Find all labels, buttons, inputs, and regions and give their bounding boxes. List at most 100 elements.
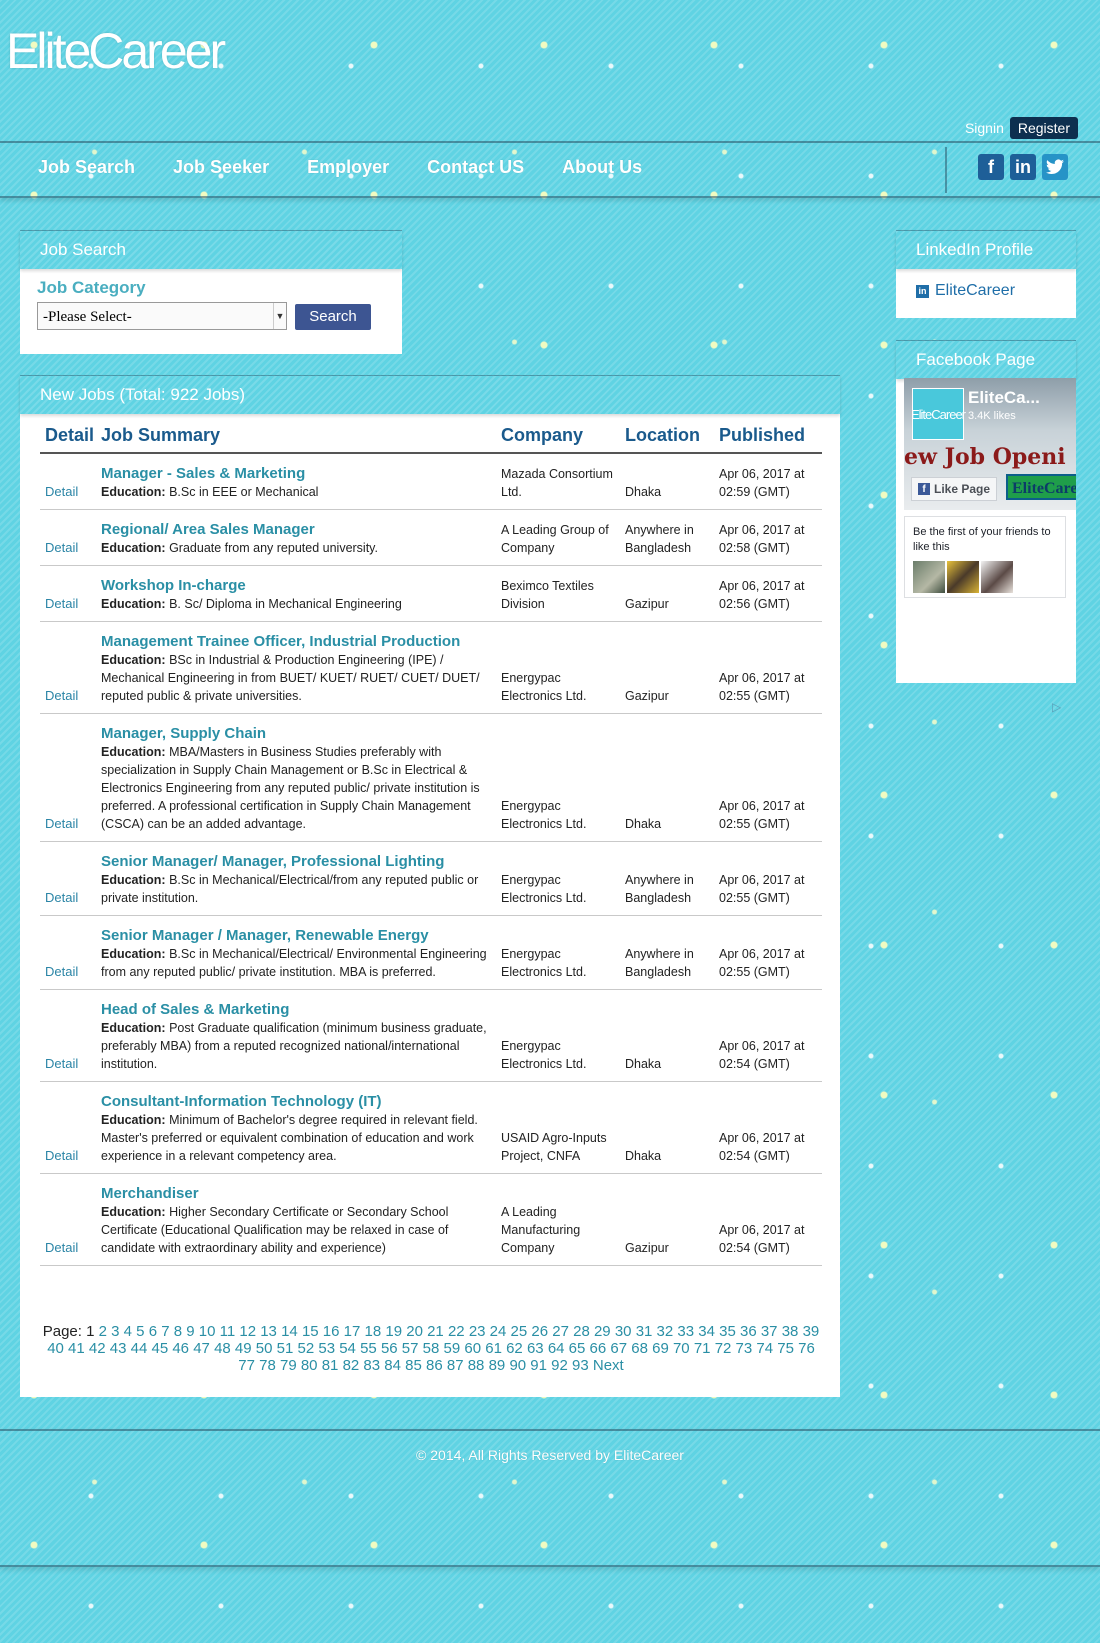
page-link[interactable]: 73 [736, 1340, 753, 1357]
page-link[interactable]: 4 [124, 1323, 132, 1340]
page-link[interactable]: 50 [256, 1340, 273, 1357]
job-title-link[interactable]: Merchandiser [101, 1184, 493, 1203]
page-link[interactable]: 44 [131, 1340, 148, 1357]
page-link[interactable]: 53 [318, 1340, 335, 1357]
page-link[interactable]: 30 [615, 1323, 632, 1340]
page-link[interactable]: 15 [302, 1323, 319, 1340]
page-link[interactable]: 35 [719, 1323, 736, 1340]
page-link[interactable]: 24 [490, 1323, 507, 1340]
signin-link[interactable]: Signin [965, 120, 1004, 136]
page-link[interactable]: 17 [344, 1323, 361, 1340]
facebook-page-card[interactable]: EliteCareer EliteCa... 3.4K likes ew Job… [904, 378, 1076, 510]
page-link[interactable]: 45 [151, 1340, 168, 1357]
page-link[interactable]: 92 [551, 1357, 568, 1374]
page-link[interactable]: 74 [756, 1340, 773, 1357]
linkedin-icon[interactable]: in [1010, 154, 1036, 180]
detail-link[interactable]: Detail [45, 1240, 78, 1255]
page-link[interactable]: 1 [86, 1323, 94, 1340]
page-link[interactable]: 57 [402, 1340, 419, 1357]
detail-link[interactable]: Detail [45, 890, 78, 905]
page-link[interactable]: 37 [761, 1323, 778, 1340]
twitter-icon[interactable] [1042, 154, 1068, 180]
page-link[interactable]: 79 [280, 1357, 297, 1374]
page-link[interactable]: 36 [740, 1323, 757, 1340]
page-link[interactable]: 20 [406, 1323, 423, 1340]
page-link[interactable]: 26 [531, 1323, 548, 1340]
nav-job-search[interactable]: Job Search [38, 157, 135, 178]
job-title-link[interactable]: Management Trainee Officer, Industrial P… [101, 632, 493, 651]
job-title-link[interactable]: Senior Manager / Manager, Renewable Ener… [101, 926, 493, 945]
nav-job-seeker[interactable]: Job Seeker [173, 157, 269, 178]
page-link[interactable]: 84 [384, 1357, 401, 1374]
facebook-like-button[interactable]: f Like Page [911, 477, 997, 501]
register-button[interactable]: Register [1009, 117, 1078, 139]
page-link[interactable]: 58 [423, 1340, 440, 1357]
page-link[interactable]: 93 [572, 1357, 589, 1374]
page-link[interactable]: 51 [277, 1340, 294, 1357]
page-link[interactable]: 23 [469, 1323, 486, 1340]
page-link[interactable]: 38 [782, 1323, 799, 1340]
detail-link[interactable]: Detail [45, 484, 78, 499]
page-link[interactable]: 9 [186, 1323, 194, 1340]
page-link[interactable]: 62 [506, 1340, 523, 1357]
page-link[interactable]: 77 [238, 1357, 255, 1374]
page-link[interactable]: 28 [573, 1323, 590, 1340]
page-link[interactable]: 66 [590, 1340, 607, 1357]
page-link[interactable]: 12 [239, 1323, 256, 1340]
page-link[interactable]: 49 [235, 1340, 252, 1357]
page-link[interactable]: 29 [594, 1323, 611, 1340]
job-title-link[interactable]: Workshop In-charge [101, 576, 493, 595]
page-link[interactable]: 39 [803, 1323, 820, 1340]
page-link[interactable]: 5 [136, 1323, 144, 1340]
detail-link[interactable]: Detail [45, 964, 78, 979]
page-link[interactable]: 80 [301, 1357, 318, 1374]
page-link[interactable]: 87 [447, 1357, 464, 1374]
page-link[interactable]: 31 [636, 1323, 653, 1340]
avatar[interactable] [981, 561, 1013, 593]
page-link[interactable]: 18 [365, 1323, 382, 1340]
page-link[interactable]: 89 [489, 1357, 506, 1374]
page-link[interactable]: 69 [652, 1340, 669, 1357]
avatar[interactable] [913, 561, 945, 593]
page-link[interactable]: 82 [343, 1357, 360, 1374]
page-link[interactable]: 10 [199, 1323, 216, 1340]
page-link[interactable]: 13 [260, 1323, 277, 1340]
page-link[interactable]: 75 [777, 1340, 794, 1357]
page-link[interactable]: 2 [99, 1323, 107, 1340]
next-page-link[interactable]: Next [593, 1357, 624, 1374]
detail-link[interactable]: Detail [45, 1056, 78, 1071]
page-link[interactable]: 91 [530, 1357, 547, 1374]
site-logo[interactable]: EliteCareer [6, 22, 226, 80]
page-link[interactable]: 71 [694, 1340, 711, 1357]
page-link[interactable]: 59 [444, 1340, 461, 1357]
job-title-link[interactable]: Senior Manager/ Manager, Professional Li… [101, 852, 493, 871]
page-link[interactable]: 88 [468, 1357, 485, 1374]
page-link[interactable]: 48 [214, 1340, 231, 1357]
search-button[interactable]: Search [295, 304, 371, 330]
page-link[interactable]: 78 [259, 1357, 276, 1374]
page-link[interactable]: 56 [381, 1340, 398, 1357]
page-link[interactable]: 47 [193, 1340, 210, 1357]
page-link[interactable]: 76 [798, 1340, 815, 1357]
page-link[interactable]: 6 [149, 1323, 157, 1340]
page-link[interactable]: 60 [464, 1340, 481, 1357]
page-link[interactable]: 8 [174, 1323, 182, 1340]
page-link[interactable]: 83 [363, 1357, 380, 1374]
page-link[interactable]: 27 [552, 1323, 569, 1340]
detail-link[interactable]: Detail [45, 596, 78, 611]
detail-link[interactable]: Detail [45, 1148, 78, 1163]
page-link[interactable]: 22 [448, 1323, 465, 1340]
job-category-select[interactable]: -Please Select- ▼ [37, 302, 287, 330]
facebook-page-name[interactable]: EliteCa... [968, 388, 1040, 408]
detail-link[interactable]: Detail [45, 540, 78, 555]
page-link[interactable]: 32 [657, 1323, 674, 1340]
detail-link[interactable]: Detail [45, 688, 78, 703]
job-title-link[interactable]: Manager - Sales & Marketing [101, 464, 493, 483]
page-link[interactable]: 41 [68, 1340, 85, 1357]
page-link[interactable]: 40 [47, 1340, 64, 1357]
page-link[interactable]: 3 [111, 1323, 119, 1340]
page-link[interactable]: 86 [426, 1357, 443, 1374]
page-link[interactable]: 72 [715, 1340, 732, 1357]
page-link[interactable]: 34 [698, 1323, 715, 1340]
nav-contact-us[interactable]: Contact US [427, 157, 524, 178]
